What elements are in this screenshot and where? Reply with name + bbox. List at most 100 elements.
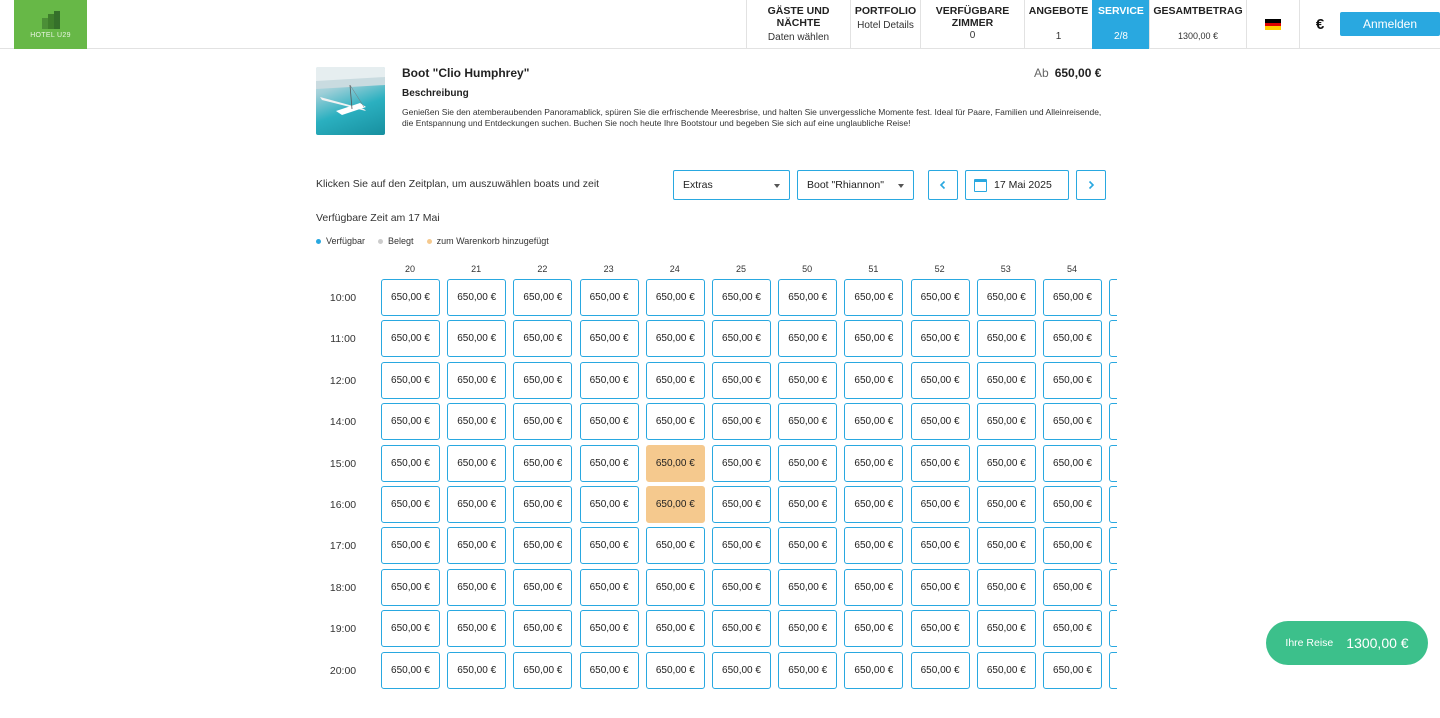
time-slot[interactable]: 650,00 € [579,610,639,648]
time-slot[interactable]: 650,00 € [778,610,838,648]
time-slot-in-cart[interactable]: 650,00 € [645,444,705,482]
time-slot[interactable]: 650,00 € [712,361,771,399]
time-slot[interactable]: 650,00 € [1109,320,1117,358]
time-slot[interactable]: 650,00 € [1109,527,1117,565]
time-slot[interactable]: 650,00 € [1109,610,1117,648]
time-slot[interactable]: 650,00 € [976,568,1036,606]
time-slot[interactable]: 650,00 € [910,403,970,441]
time-slot[interactable]: 650,00 € [910,568,970,606]
nav-portfolio[interactable]: PORTFOLIO Hotel Details [850,0,920,49]
time-slot[interactable]: 650,00 € [447,320,507,358]
time-slot[interactable]: 650,00 € [381,527,440,565]
time-slot[interactable]: 650,00 € [1043,320,1102,358]
time-slot[interactable]: 650,00 € [381,486,440,523]
time-slot[interactable]: 650,00 € [910,361,970,399]
time-slot[interactable]: 650,00 € [1109,486,1117,523]
language-switcher[interactable] [1246,0,1299,49]
time-slot[interactable]: 650,00 € [579,444,639,482]
time-slot[interactable]: 650,00 € [447,568,507,606]
time-slot[interactable]: 650,00 € [381,279,440,316]
time-slot[interactable]: 650,00 € [778,527,838,565]
time-slot[interactable]: 650,00 € [844,527,904,565]
time-slot[interactable]: 650,00 € [1109,279,1117,316]
time-slot[interactable]: 650,00 € [1109,403,1117,441]
time-slot[interactable]: 650,00 € [778,444,838,482]
time-slot[interactable]: 650,00 € [381,444,440,482]
time-slot[interactable]: 650,00 € [778,651,838,689]
trip-summary-button[interactable]: Ihre Reise 1300,00 € [1266,621,1428,665]
time-slot[interactable]: 650,00 € [1109,444,1117,482]
time-slot[interactable]: 650,00 € [447,279,507,316]
time-slot[interactable]: 650,00 € [1043,444,1102,482]
time-slot[interactable]: 650,00 € [712,444,771,482]
time-slot[interactable]: 650,00 € [844,568,904,606]
time-slot[interactable]: 650,00 € [513,527,573,565]
time-slot[interactable]: 650,00 € [976,279,1036,316]
time-slot[interactable]: 650,00 € [778,486,838,523]
time-slot[interactable]: 650,00 € [513,279,573,316]
time-slot[interactable]: 650,00 € [976,361,1036,399]
time-slot[interactable]: 650,00 € [976,486,1036,523]
time-slot[interactable]: 650,00 € [381,651,440,689]
time-slot[interactable]: 650,00 € [1043,568,1102,606]
time-slot[interactable]: 650,00 € [447,403,507,441]
time-slot[interactable]: 650,00 € [910,527,970,565]
time-slot[interactable]: 650,00 € [645,403,705,441]
time-slot[interactable]: 650,00 € [381,610,440,648]
time-slot[interactable]: 650,00 € [778,568,838,606]
time-slot[interactable]: 650,00 € [1043,527,1102,565]
time-slot[interactable]: 650,00 € [910,651,970,689]
date-picker[interactable]: 17 Mai 2025 [965,170,1069,200]
time-slot[interactable]: 650,00 € [447,486,507,523]
time-slot[interactable]: 650,00 € [844,403,904,441]
time-slot[interactable]: 650,00 € [513,361,573,399]
time-slot[interactable]: 650,00 € [579,486,639,523]
time-slot-in-cart[interactable]: 650,00 € [645,486,705,523]
time-slot[interactable]: 650,00 € [844,610,904,648]
next-day-button[interactable] [1076,170,1106,200]
nav-service[interactable]: SERVICE 2/8 [1092,0,1149,49]
time-slot[interactable]: 650,00 € [513,444,573,482]
time-slot[interactable]: 650,00 € [712,403,771,441]
time-slot[interactable]: 650,00 € [579,527,639,565]
time-slot[interactable]: 650,00 € [513,568,573,606]
time-slot[interactable]: 650,00 € [447,610,507,648]
nav-total[interactable]: GESAMTBETRAG 1300,00 € [1149,0,1246,49]
time-slot[interactable]: 650,00 € [579,361,639,399]
time-slot[interactable]: 650,00 € [844,320,904,358]
time-slot[interactable]: 650,00 € [976,527,1036,565]
time-slot[interactable]: 650,00 € [447,444,507,482]
time-slot[interactable]: 650,00 € [910,444,970,482]
nav-guests-nights[interactable]: GÄSTE UND NÄCHTE Daten wählen [746,0,850,49]
time-slot[interactable]: 650,00 € [381,568,440,606]
time-slot[interactable]: 650,00 € [712,279,771,316]
time-slot[interactable]: 650,00 € [1109,568,1117,606]
time-slot[interactable]: 650,00 € [579,279,639,316]
nav-available-rooms[interactable]: VERFÜGBARE ZIMMER 0 [920,0,1024,49]
time-slot[interactable]: 650,00 € [910,320,970,358]
time-slot[interactable]: 650,00 € [645,279,705,316]
time-slot[interactable]: 650,00 € [579,568,639,606]
time-slot[interactable]: 650,00 € [645,527,705,565]
currency-switcher[interactable]: € [1299,0,1340,49]
time-slot[interactable]: 650,00 € [513,403,573,441]
time-slot[interactable]: 650,00 € [645,651,705,689]
time-slot[interactable]: 650,00 € [712,610,771,648]
time-slot[interactable]: 650,00 € [645,568,705,606]
time-slot[interactable]: 650,00 € [844,651,904,689]
time-slot[interactable]: 650,00 € [579,651,639,689]
time-slot[interactable]: 650,00 € [447,361,507,399]
time-slot[interactable]: 650,00 € [910,279,970,316]
time-slot[interactable]: 650,00 € [712,320,771,358]
time-slot[interactable]: 650,00 € [844,444,904,482]
time-slot[interactable]: 650,00 € [844,486,904,523]
time-slot[interactable]: 650,00 € [579,403,639,441]
time-slot[interactable]: 650,00 € [381,361,440,399]
time-slot[interactable]: 650,00 € [778,279,838,316]
time-slot[interactable]: 650,00 € [1043,651,1102,689]
time-slot[interactable]: 650,00 € [1043,486,1102,523]
time-slot[interactable]: 650,00 € [844,279,904,316]
time-slot[interactable]: 650,00 € [645,610,705,648]
time-slot[interactable]: 650,00 € [976,444,1036,482]
time-slot[interactable]: 650,00 € [381,320,440,358]
